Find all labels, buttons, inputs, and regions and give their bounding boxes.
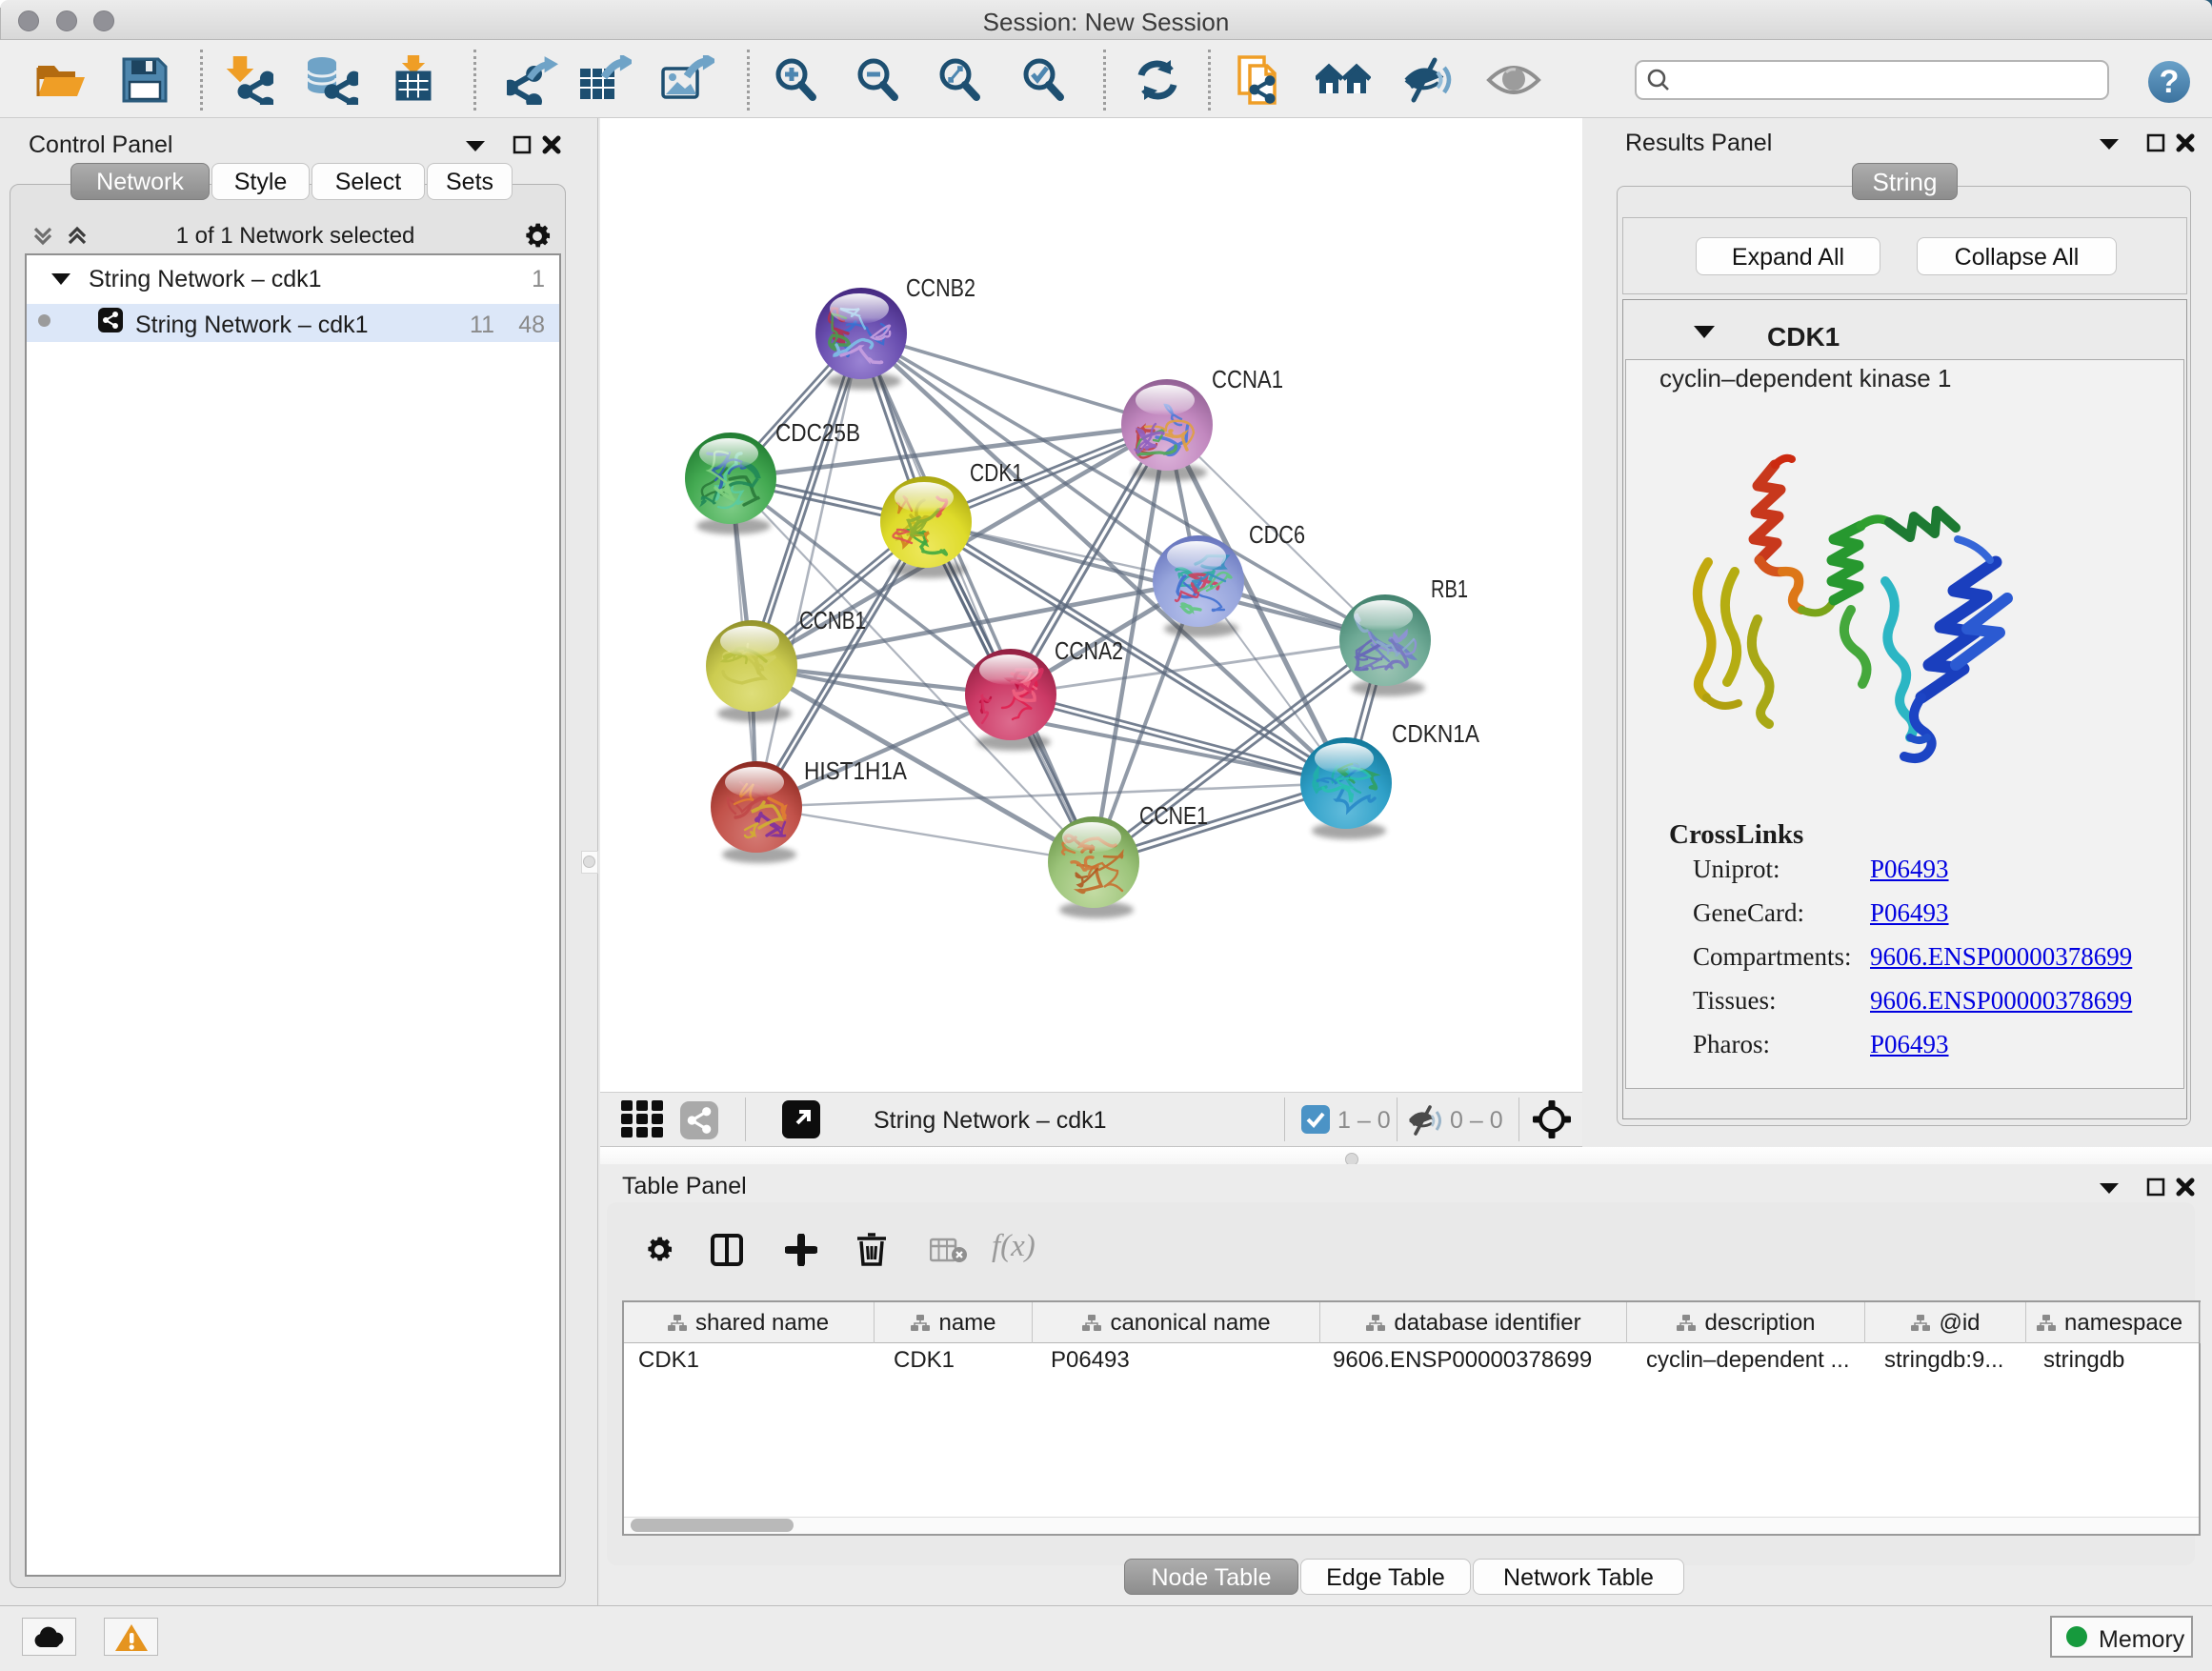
svg-text:CCNB2: CCNB2 <box>906 273 975 302</box>
svg-text:HIST1H1A: HIST1H1A <box>804 756 908 785</box>
svg-text:CCNE1: CCNE1 <box>1139 801 1208 830</box>
svg-text:CDKN1A: CDKN1A <box>1392 719 1480 748</box>
svg-text:CDC6: CDC6 <box>1249 520 1305 549</box>
svg-text:CDK1: CDK1 <box>970 458 1023 487</box>
svg-text:CCNA1: CCNA1 <box>1212 365 1283 393</box>
svg-text:CCNB1: CCNB1 <box>799 606 866 634</box>
svg-text:CCNA2: CCNA2 <box>1055 636 1123 665</box>
svg-text:RB1: RB1 <box>1431 574 1468 603</box>
svg-text:CDC25B: CDC25B <box>775 418 860 447</box>
